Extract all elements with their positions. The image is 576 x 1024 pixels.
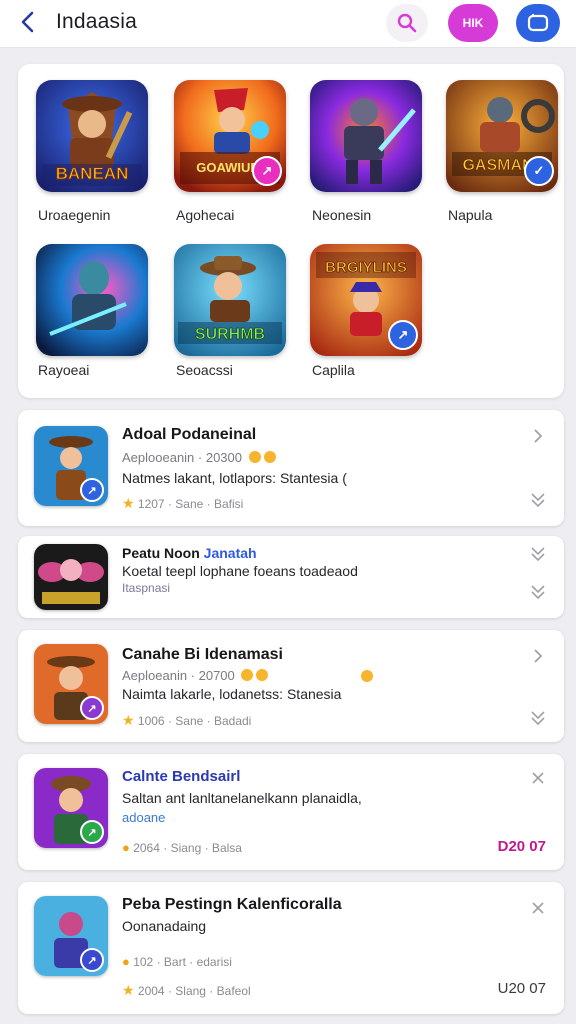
- promo-badge-icon: ↗: [80, 696, 104, 720]
- svg-text:SURHMB: SURHMB: [195, 326, 265, 343]
- item-title: Peba Pestingn Kalenficoralla: [122, 896, 342, 913]
- star-icon: ★: [122, 982, 135, 998]
- game-tile-6[interactable]: SURHMB: [174, 244, 286, 356]
- blue-alien-art: [36, 244, 148, 356]
- list-item[interactable]: ↗ Adoal Podaneinal Aeplooeanin · 20300 N…: [18, 410, 564, 526]
- expand-chevrons-icon[interactable]: [528, 582, 548, 602]
- game-tile-label: Caplila: [312, 362, 355, 378]
- coin-icon: [241, 669, 254, 681]
- back-button[interactable]: [14, 8, 42, 36]
- game-tile-label: Agohecai: [176, 207, 235, 223]
- explorer-hat-art: SURHMB: [174, 244, 286, 356]
- cowboy-warrior-art: BANEAN: [36, 80, 148, 192]
- coin-icon: [263, 451, 276, 463]
- item-description: Naimta lakarle, lodanetss: Stanesia: [122, 686, 342, 702]
- item-subtitle: Oonanadaing: [122, 918, 207, 934]
- game-tile-label: Rayoeai: [38, 362, 90, 378]
- featured-games-grid: BANEAN Uroaegenin GOAWIUD ↗ Agohecai Neo…: [18, 64, 564, 398]
- top-bar: Indaasia HIK: [0, 0, 576, 48]
- list-thumb: ↗: [34, 896, 108, 976]
- game-tile-7[interactable]: BRGIYLINS ↗: [310, 244, 422, 356]
- promo-badge-icon: ↗: [252, 156, 282, 186]
- neon-knight-art: [310, 80, 422, 192]
- verified-badge-icon: ↗: [388, 320, 418, 350]
- star-icon: ★: [122, 495, 135, 511]
- item-title: Calnte Bendsairl: [122, 768, 241, 785]
- view-toggle-button[interactable]: [516, 4, 560, 42]
- list-item[interactable]: ↗ Calnte Bendsairl Saltan ant lanltanela…: [18, 754, 564, 870]
- list-thumb: ↗: [34, 644, 108, 724]
- item-meta: ● 2064 · Siang · Balsa: [122, 840, 242, 855]
- card-view-icon: [527, 14, 549, 32]
- verified-badge-icon: ↗: [80, 948, 104, 972]
- item-meta: ● 102 · Bart · edarisi: [122, 954, 232, 969]
- list-thumb: ↗: [34, 426, 108, 506]
- close-icon[interactable]: [528, 768, 548, 788]
- coin-icon: [361, 670, 373, 682]
- svg-text:BRGIYLINS: BRGIYLINS: [325, 259, 407, 276]
- item-description: Saltan ant lanltanelanelkann planaidla,: [122, 790, 362, 806]
- list-item[interactable]: ↗ Peba Pestingn Kalenficoralla Oonanadai…: [18, 882, 564, 1014]
- game-tile-label: Neonesin: [312, 207, 372, 223]
- svg-text:GASMAN: GASMAN: [462, 157, 533, 174]
- verified-badge-icon: ↗: [80, 478, 104, 502]
- expand-chevrons-icon[interactable]: [528, 708, 548, 728]
- item-title: Canahe Bi Idenamasi: [122, 646, 283, 663]
- item-price: U20 07: [497, 980, 546, 997]
- item-meta: ★ 1207 · Sane · Bafisi: [122, 495, 244, 511]
- search-icon: [397, 13, 417, 33]
- item-description: Natmes lakant, lotlapors: Stantesia (: [122, 470, 347, 486]
- item-description: Koetal teepl lophane foeans toadeaod: [122, 563, 358, 579]
- winged-fairy-art: [34, 544, 108, 610]
- game-tile-1[interactable]: BANEAN: [36, 80, 148, 192]
- expand-chevrons-icon[interactable]: [528, 490, 548, 510]
- chevron-left-icon: [21, 11, 34, 33]
- item-subtitle: Aeplooeanin · 20300: [122, 450, 276, 465]
- item-title: Adoal Podaneinal: [122, 426, 257, 443]
- chevron-right-icon[interactable]: [528, 426, 548, 446]
- svg-text:BANEAN: BANEAN: [56, 164, 129, 183]
- item-subtitle: Aeploeanin · 20700: [122, 668, 269, 683]
- game-tile-2[interactable]: GOAWIUD ↗: [174, 80, 286, 192]
- filter-pill-button[interactable]: HIK: [448, 4, 498, 42]
- verified-badge-icon: ✓: [524, 156, 554, 186]
- coin-icon: ●: [122, 954, 130, 969]
- collapse-chevrons-icon[interactable]: [528, 544, 548, 564]
- list-item[interactable]: ↗ Canahe Bi Idenamasi Aeploeanin · 20700…: [18, 630, 564, 742]
- item-title: Peatu Noon Janatah: [122, 545, 257, 561]
- coin-icon: [256, 669, 269, 681]
- item-meta: Itaspnasi: [122, 581, 171, 595]
- page-title: Indaasia: [56, 10, 137, 33]
- search-button[interactable]: [386, 4, 428, 42]
- item-price: D20 07: [497, 838, 546, 855]
- game-tile-3[interactable]: [310, 80, 422, 192]
- list-thumb: [34, 544, 108, 610]
- promo-badge-icon: ↗: [80, 820, 104, 844]
- chevron-right-icon[interactable]: [528, 646, 548, 666]
- coin-icon: [248, 451, 261, 463]
- game-tile-4[interactable]: GASMAN ✓: [446, 80, 558, 192]
- item-link[interactable]: adoane: [122, 810, 165, 825]
- coin-icon: ●: [122, 840, 130, 855]
- game-tile-label: Seoacssi: [176, 362, 233, 378]
- game-tile-label: Napula: [448, 207, 493, 223]
- star-icon: ★: [122, 712, 135, 728]
- list-item[interactable]: Peatu Noon Janatah Koetal teepl lophane …: [18, 536, 564, 618]
- item-meta: ★ 1006 · Sane · Badadi: [122, 712, 252, 728]
- item-meta: ★ 2004 · Slang · Bafeol: [122, 982, 251, 998]
- game-tile-label: Uroaegenin: [38, 207, 111, 223]
- svg-text:GOAWIUD: GOAWIUD: [196, 160, 260, 175]
- close-icon[interactable]: [528, 898, 548, 918]
- game-tile-5[interactable]: [36, 244, 148, 356]
- list-thumb: ↗: [34, 768, 108, 848]
